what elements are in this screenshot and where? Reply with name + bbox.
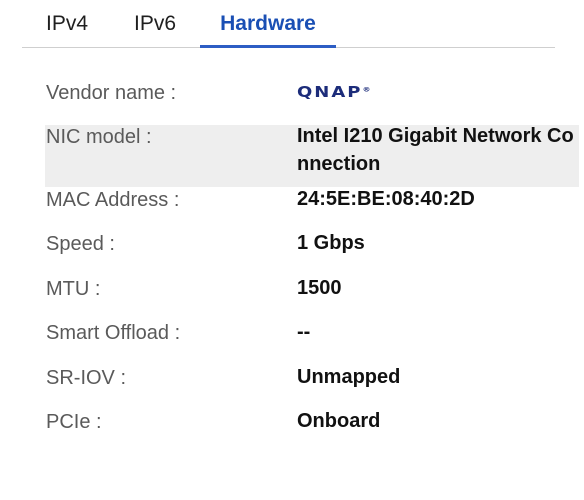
- smart-offload-value: --: [297, 321, 311, 343]
- tab-ipv4[interactable]: IPv4: [46, 12, 88, 48]
- nic-model-value: Intel I210 Gigabit Network Connection: [297, 125, 574, 175]
- mac-address-value: 24:5E:BE:08:40:2D: [297, 188, 475, 210]
- mtu-label: MTU :: [46, 278, 101, 300]
- tab-hardware[interactable]: Hardware: [200, 12, 336, 48]
- vendor-logo: QNAP®: [297, 84, 371, 102]
- speed-label: Speed :: [46, 233, 115, 255]
- vendor-name-label: Vendor name :: [46, 82, 177, 104]
- active-tab-indicator: [200, 45, 336, 48]
- nic-model-label: NIC model :: [46, 126, 152, 148]
- sr-iov-value: Unmapped: [297, 366, 401, 388]
- pcie-label: PCIe :: [46, 411, 102, 433]
- speed-value: 1 Gbps: [297, 232, 365, 254]
- tab-ipv6[interactable]: IPv6: [134, 12, 176, 48]
- sr-iov-label: SR-IOV :: [46, 367, 127, 389]
- mtu-value: 1500: [297, 277, 342, 299]
- smart-offload-label: Smart Offload :: [46, 322, 181, 344]
- tab-bar: IPv4 IPv6 Hardware: [22, 0, 555, 48]
- pcie-value: Onboard: [297, 410, 381, 432]
- mac-address-label: MAC Address :: [46, 189, 180, 211]
